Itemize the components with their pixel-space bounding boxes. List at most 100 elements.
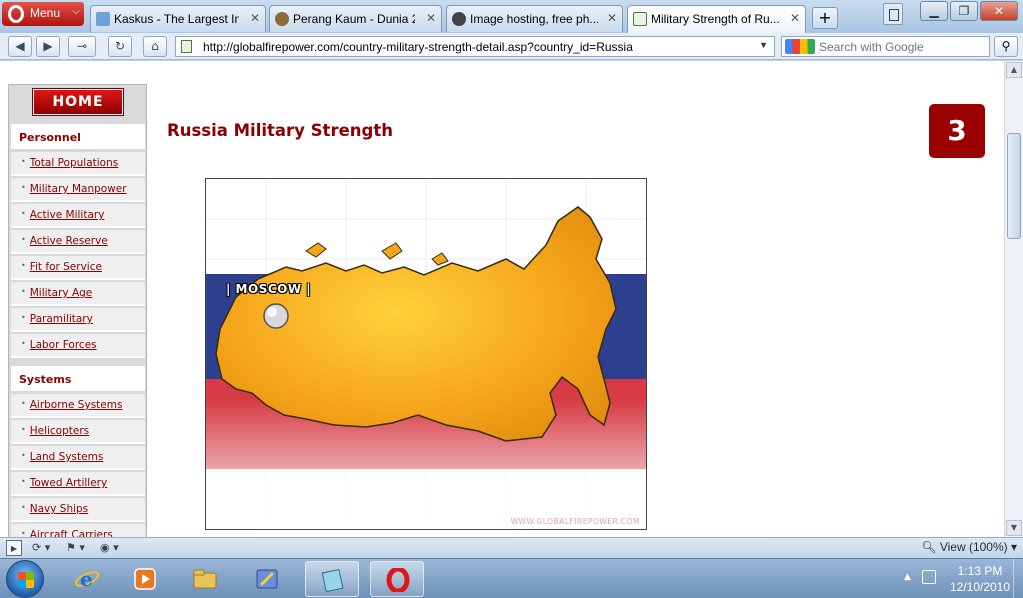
search-input[interactable]	[819, 39, 984, 54]
moscow-marker	[263, 303, 289, 329]
left-navigation-menu: HOME Personnel • Total Populations • Milit…	[8, 84, 147, 537]
nav-link-land-systems[interactable]: • Land Systems	[11, 446, 145, 470]
russia-map-graphic	[206, 179, 646, 529]
nav-link-label[interactable]: Towed Artillery	[30, 477, 107, 489]
home-icon[interactable]: ⌂	[143, 36, 167, 57]
nav-link-active-military[interactable]: • Active Military	[11, 204, 145, 228]
page-favicon-icon	[633, 12, 647, 26]
show-hidden-icons-icon[interactable]: ▲	[904, 572, 911, 582]
nav-link-towed-artillery[interactable]: • Towed Artillery	[11, 472, 145, 496]
nav-link-label[interactable]: Active Reserve	[30, 235, 108, 247]
nav-link-airborne-systems[interactable]: • Airborne Systems	[11, 394, 145, 418]
clock-date: 12/10/2010	[949, 580, 1011, 594]
chevron-down-icon[interactable]: ▼	[759, 40, 768, 50]
scrollbar-thumb[interactable]	[1007, 133, 1021, 239]
close-tab-icon[interactable]: ✕	[607, 11, 617, 25]
nav-link-military-manpower[interactable]: • Military Manpower	[11, 178, 145, 202]
nav-link-total-populations[interactable]: • Total Populations	[11, 152, 145, 176]
moscow-label: | MOSCOW |	[226, 282, 312, 296]
start-button[interactable]	[6, 560, 44, 598]
taskbar-internet-explorer[interactable]: e	[60, 561, 114, 597]
scroll-down-arrow-icon[interactable]: ▼	[1006, 520, 1022, 536]
taskbar-control-tool[interactable]	[240, 561, 294, 597]
nav-link-navy-ships[interactable]: • Navy Ships	[11, 498, 145, 522]
zoom-control[interactable]: 🔍︎ View (100%) ▾	[921, 540, 1017, 554]
chevron-down-icon: ⌵	[72, 6, 80, 17]
unite-icon[interactable]: ⚑ ▾	[66, 540, 85, 556]
tab-perang-kaum[interactable]: Perang Kaum - Dunia 2 ✕	[269, 5, 442, 32]
folder-icon	[193, 569, 217, 589]
key-icon[interactable]: ⊸	[68, 36, 96, 57]
search-box[interactable]	[781, 36, 990, 57]
vertical-scrollbar[interactable]: ▲ ▼	[1004, 61, 1023, 537]
svg-text:e: e	[80, 567, 93, 591]
nav-link-labor-forces[interactable]: • Labor Forces	[11, 334, 145, 358]
nav-link-label[interactable]: Aircraft Carriers	[30, 529, 113, 537]
opera-logo-icon	[8, 5, 24, 23]
bullet-icon: •	[21, 157, 26, 166]
nav-link-label[interactable]: Labor Forces	[30, 339, 97, 351]
page-title: Russia Military Strength	[167, 121, 393, 140]
nav-link-label[interactable]: Navy Ships	[30, 503, 88, 515]
close-tab-icon[interactable]: ✕	[250, 11, 260, 25]
scroll-up-arrow-icon[interactable]: ▲	[1006, 62, 1022, 78]
taskbar-windows-explorer[interactable]	[178, 561, 232, 597]
nav-link-label[interactable]: Paramilitary	[30, 313, 93, 325]
close-tab-icon[interactable]: ✕	[790, 11, 800, 25]
zoom-label: View (100%)	[939, 540, 1008, 554]
internet-explorer-icon: e	[74, 567, 100, 591]
close-tab-icon[interactable]: ✕	[426, 11, 436, 25]
nav-link-fit-for-service[interactable]: • Fit for Service	[11, 256, 145, 280]
reload-button[interactable]: ↻	[108, 36, 132, 57]
watermark-text: WWW.GLOBALFIREPOWER.COM	[510, 517, 640, 526]
back-button[interactable]: ◀	[8, 36, 32, 57]
bullet-icon: •	[21, 287, 26, 296]
tab-kaskus[interactable]: Kaskus - The Largest In... ✕	[90, 5, 266, 32]
arctic-island	[305, 242, 327, 258]
tab-label: Perang Kaum - Dunia 2	[293, 12, 415, 26]
google-logo-icon[interactable]	[785, 39, 815, 54]
nav-link-label[interactable]: Airborne Systems	[30, 399, 123, 411]
forward-button[interactable]: ▶	[36, 36, 60, 57]
bullet-icon: •	[21, 313, 26, 322]
bullet-icon: •	[21, 339, 26, 348]
network-icon[interactable]	[922, 570, 936, 584]
taskbar-media-player[interactable]	[118, 561, 172, 597]
nav-link-aircraft-carriers[interactable]: • Aircraft Carriers	[11, 524, 145, 537]
nav-link-paramilitary[interactable]: • Paramilitary	[11, 308, 145, 332]
page-icon	[181, 40, 192, 53]
nav-link-label[interactable]: Active Military	[30, 209, 105, 221]
taskbar-notepad[interactable]	[305, 561, 359, 597]
nav-link-active-reserve[interactable]: • Active Reserve	[11, 230, 145, 254]
widgets-icon[interactable]: ◉ ▾	[100, 540, 119, 556]
nav-link-label[interactable]: Fit for Service	[30, 261, 102, 273]
close-window-button[interactable]: ✕	[980, 1, 1018, 21]
maximize-button[interactable]: ❐	[950, 1, 978, 21]
nav-link-label[interactable]: Military Age	[30, 287, 93, 299]
search-icon[interactable]: ⚲	[994, 36, 1018, 57]
trash-can-icon[interactable]	[883, 3, 903, 25]
show-desktop-button[interactable]	[1013, 559, 1023, 598]
panel-toggle-icon[interactable]: ▶	[6, 540, 22, 556]
tab-image-hosting[interactable]: Image hosting, free ph... ✕	[446, 5, 623, 32]
bullet-icon: •	[21, 261, 26, 270]
system-clock[interactable]: 1:13 PM 12/10/2010	[945, 563, 1015, 595]
minimize-button[interactable]: ▁	[920, 1, 948, 21]
address-bar[interactable]: http://globalfirepower.com/country-milit…	[175, 36, 775, 57]
bullet-icon: •	[21, 503, 26, 512]
home-button[interactable]: HOME	[32, 88, 124, 116]
nav-link-label[interactable]: Helicopters	[30, 425, 89, 437]
new-tab-button[interactable]: +	[812, 7, 838, 29]
perang-kaum-favicon-icon	[275, 12, 289, 26]
taskbar-opera[interactable]	[370, 561, 424, 597]
nav-link-label[interactable]: Total Populations	[30, 157, 119, 169]
nav-link-military-age[interactable]: • Military Age	[11, 282, 145, 306]
windows-taskbar: e ▲ 1:13 PM 12/10/2010	[0, 558, 1023, 598]
nav-link-helicopters[interactable]: • Helicopters	[11, 420, 145, 444]
nav-link-label[interactable]: Military Manpower	[30, 183, 127, 195]
nav-link-label[interactable]: Land Systems	[30, 451, 104, 463]
turbo-icon[interactable]: ⟳ ▾	[32, 540, 50, 556]
tab-military-strength[interactable]: Military Strength of Ru... ✕	[627, 5, 806, 33]
opera-menu-button[interactable]: Menu ⌵	[2, 2, 84, 26]
tab-label: Military Strength of Ru...	[651, 12, 780, 26]
